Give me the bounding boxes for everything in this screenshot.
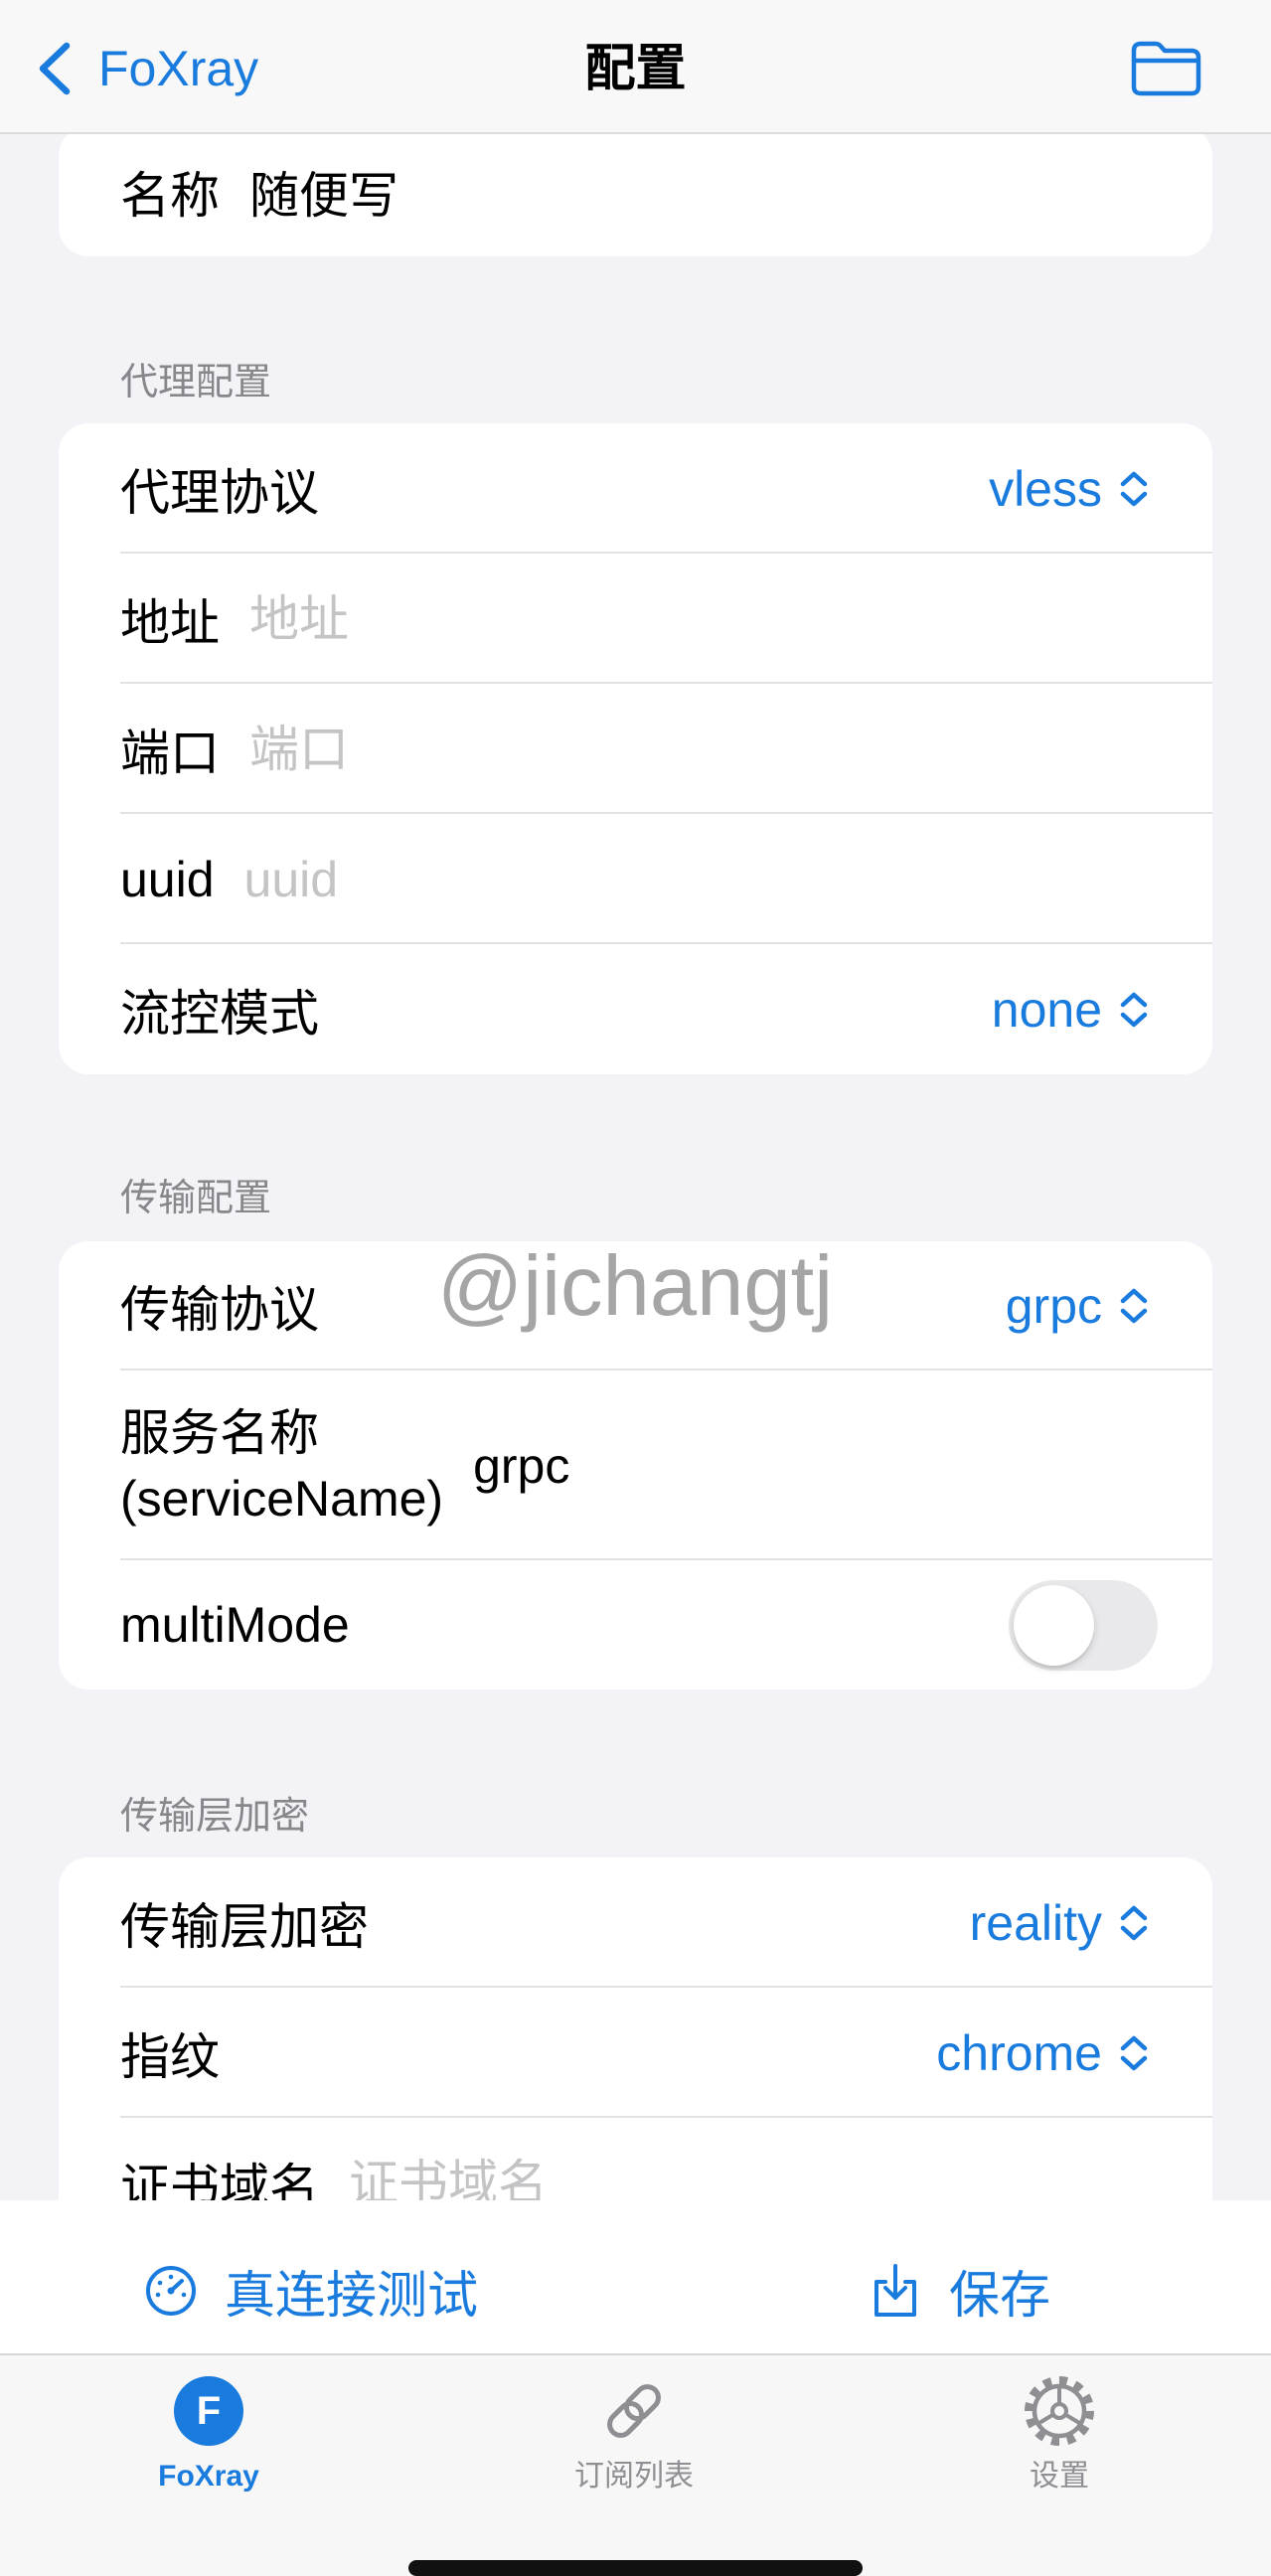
tab-subscriptions-icon-wrap [596,2376,672,2446]
save-label: 保存 [949,2267,1051,2324]
folder-icon [1131,41,1201,96]
chevron-left-icon [39,42,71,95]
home-indicator [408,2560,863,2576]
name-input[interactable] [249,162,1149,221]
name-label: 名称 [120,167,220,224]
page-title: 配置 [584,40,687,96]
fingerprint-row: 指纹 chrome [59,1988,1212,2118]
chevron-up-down-icon [1120,1905,1148,1940]
toggle-knob [1014,1584,1094,1666]
transport-card: 传输协议 grpc 服务名称 (serviceName) multiMode [59,1241,1212,1690]
folder-button[interactable] [1130,40,1202,97]
address-row: 地址 [59,554,1212,684]
tab-foxray-label: FoXray [158,2460,259,2493]
proxy-protocol-picker[interactable]: vless [989,460,1149,518]
tab-subscriptions-label: 订阅列表 [574,2460,694,2493]
chevron-up-down-icon [1120,992,1148,1027]
foxray-app-icon: F [171,2376,246,2446]
transport-protocol-label: 传输协议 [120,1282,319,1338]
security-label: 传输层加密 [120,1898,369,1955]
proxy-card: 代理协议 vless 地址 端口 uuid 流控模式 none [59,423,1212,1074]
security-picker[interactable]: reality [970,1894,1149,1952]
security-row: 传输层加密 reality [59,1857,1212,1988]
tls-card: 传输层加密 reality 指纹 chrome 证书域名 [59,1857,1212,2248]
service-name-row: 服务名称 (serviceName) [59,1370,1212,1560]
proxy-section-header: 代理配置 [120,362,272,403]
name-card: 名称 [59,126,1212,256]
chevron-up-down-icon [1120,2035,1148,2070]
service-name-input[interactable] [473,1436,1149,1495]
multimode-row: multiMode [59,1560,1212,1690]
port-row: 端口 [59,684,1212,814]
fingerprint-picker[interactable]: chrome [936,2024,1149,2082]
port-label: 端口 [120,724,220,781]
link-icon [607,2384,661,2438]
real-connection-test-label: 真连接测试 [225,2267,479,2324]
service-name-label-line2: (serviceName) [120,1470,444,1527]
flow-picker[interactable]: none [992,981,1149,1039]
uuid-row: uuid [59,814,1212,944]
security-value: reality [969,1894,1102,1951]
foxray-badge: F [174,2376,243,2446]
tab-bar: F FoXray 订阅列表 设置 [0,2353,1271,2576]
service-name-label: 服务名称 (serviceName) [120,1400,443,1531]
transport-section-header: 传输配置 [120,1178,272,1219]
multimode-label: multiMode [120,1597,350,1653]
transport-protocol-value: grpc [1005,1278,1102,1334]
chevron-up-down-icon [1120,471,1148,506]
multimode-toggle[interactable] [1009,1579,1158,1671]
tab-subscriptions[interactable]: 订阅列表 [525,2376,743,2495]
back-button[interactable]: FoXray [36,35,258,102]
speedometer-icon [146,2266,196,2316]
transport-protocol-picker[interactable]: grpc [1006,1277,1149,1335]
tab-settings-icon-wrap [1022,2376,1097,2446]
proxy-protocol-value: vless [989,460,1102,517]
navigation-bar: FoXray 配置 [0,0,1271,134]
uuid-input[interactable] [243,850,1149,908]
flow-value: none [991,981,1102,1038]
save-button[interactable]: 保存 [871,2256,1050,2326]
transport-protocol-row: 传输协议 grpc [59,1241,1212,1370]
fingerprint-label: 指纹 [120,2028,220,2085]
gear-icon [1025,2376,1094,2446]
tab-foxray[interactable]: F FoXray [99,2376,318,2495]
service-name-label-line1: 服务名称 [120,1404,319,1461]
address-label: 地址 [120,594,220,651]
proxy-protocol-label: 代理协议 [120,464,319,521]
back-button-label: FoXray [98,41,259,96]
address-input[interactable] [249,589,1149,648]
action-toolbar: 真连接测试 保存 [0,2200,1271,2354]
name-row: 名称 [59,126,1212,256]
proxy-protocol-row: 代理协议 vless [59,423,1212,554]
fingerprint-value: chrome [936,2024,1102,2081]
uuid-label: uuid [120,851,215,907]
download-tray-icon [874,2264,916,2317]
tls-section-header: 传输层加密 [120,1796,310,1838]
chevron-up-down-icon [1120,1288,1148,1324]
tab-settings-label: 设置 [1030,2460,1089,2493]
tab-settings[interactable]: 设置 [950,2376,1169,2495]
flow-label: 流控模式 [120,985,319,1042]
port-input[interactable] [249,720,1149,778]
real-connection-test-button[interactable]: 真连接测试 [144,2256,478,2326]
flow-row: 流控模式 none [59,944,1212,1074]
